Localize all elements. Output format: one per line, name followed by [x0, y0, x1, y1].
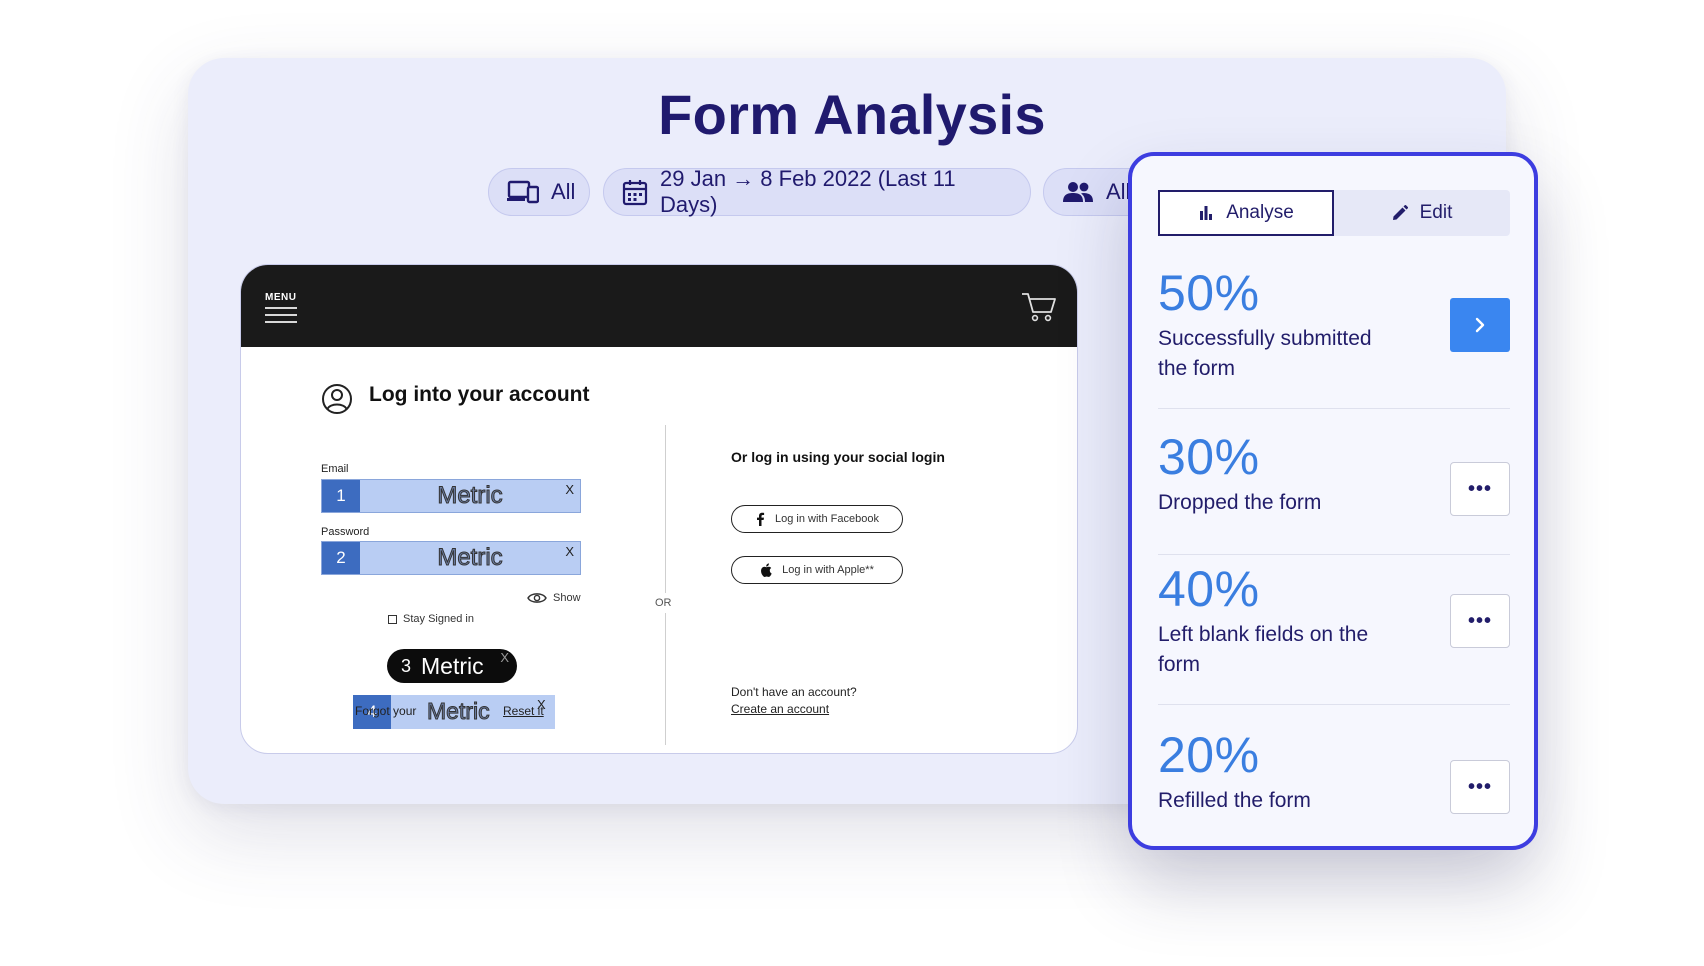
page-title: Form Analysis — [658, 83, 1046, 146]
close-icon[interactable]: X — [500, 650, 509, 665]
stay-signed-in-label: Stay Signed in — [403, 613, 474, 625]
tab-analyse-label: Analyse — [1226, 202, 1294, 223]
apple-login-button[interactable]: Log in with Apple** — [731, 556, 903, 584]
stat-label: Refilled the form — [1158, 789, 1311, 812]
metric-text: Metric — [421, 652, 484, 679]
checkbox-box[interactable] — [388, 614, 397, 624]
device-filter-label: All — [551, 179, 576, 204]
stat-label: Successfully submitted the form — [1158, 327, 1372, 380]
users-filter-label: All — [1106, 179, 1131, 204]
facebook-login-button[interactable]: Log in with Facebook — [731, 505, 903, 533]
or-label: OR — [653, 593, 674, 613]
login-button-metric[interactable]: 3 Metric X — [387, 649, 517, 683]
device-preview: MENU Log into your account Email 1 Metri… — [240, 264, 1078, 754]
metric-text: Metric — [427, 698, 491, 725]
divider — [665, 425, 666, 745]
show-password-toggle[interactable]: Show — [527, 591, 581, 605]
menu-label: MENU — [265, 292, 297, 303]
create-account-link[interactable]: Create an account — [731, 702, 829, 716]
metric-number: 1 — [322, 480, 360, 512]
forgot-text: Forgot your — [355, 704, 417, 718]
metric-number: 3 — [401, 655, 412, 676]
social-login-title: Or log in using your social login — [731, 449, 945, 465]
password-label: Password — [321, 526, 370, 538]
forgot-password-metric[interactable]: 4 Forgot your Metric Reset it X — [353, 695, 555, 729]
close-icon[interactable]: X — [565, 544, 574, 559]
metric-number: 2 — [322, 542, 360, 574]
stay-signed-in-checkbox[interactable]: Stay Signed in — [388, 613, 474, 625]
hamburger-menu-icon[interactable] — [265, 307, 297, 328]
stat-label: Dropped the form — [1158, 491, 1322, 514]
more-options-button[interactable]: ••• — [1450, 760, 1510, 814]
date-filter[interactable]: 29 Jan → 8 Feb 2022 (Last 11 Days) — [603, 166, 1031, 217]
more-options-button[interactable]: ••• — [1450, 594, 1510, 648]
divider — [1158, 704, 1510, 705]
view-details-button[interactable] — [1450, 298, 1510, 352]
tab-analyse[interactable]: Analyse — [1158, 190, 1334, 236]
devices-icon — [507, 180, 539, 204]
stat-label: Left blank fields on the form — [1158, 623, 1369, 676]
bar-chart-icon — [1200, 206, 1213, 220]
facebook-icon — [757, 512, 765, 526]
calendar-icon — [622, 178, 648, 206]
device-header-bar: MENU — [241, 265, 1077, 347]
apple-login-label: Log in with Apple** — [782, 564, 874, 576]
divider — [1158, 408, 1510, 409]
close-icon[interactable]: X — [537, 697, 546, 712]
divider — [1158, 554, 1510, 555]
stage: Form Analysis All 29 Jan → 8 Feb 2022 (L… — [0, 0, 1704, 966]
more-icon: ••• — [1467, 609, 1492, 632]
close-icon[interactable]: X — [565, 482, 574, 497]
users-icon — [1062, 180, 1094, 204]
panel-tabs: Analyse Edit — [1158, 190, 1510, 236]
tab-edit-label: Edit — [1419, 202, 1453, 223]
email-label: Email — [321, 463, 349, 475]
shopping-cart-icon[interactable] — [1021, 291, 1057, 328]
tab-edit[interactable]: Edit — [1334, 190, 1510, 236]
metric-text: Metric — [437, 544, 503, 572]
user-circle-icon — [321, 383, 353, 420]
date-filter-label: 29 Jan → 8 Feb 2022 (Last 11 Days) — [660, 166, 956, 217]
login-title: Log into your account — [369, 383, 590, 406]
email-field-metric[interactable]: 1 Metric X — [321, 479, 581, 513]
more-icon: ••• — [1467, 477, 1492, 500]
metric-text: Metric — [437, 482, 503, 510]
no-account-text: Don't have an account? — [731, 685, 857, 699]
eye-icon — [527, 593, 547, 603]
chevron-right-icon — [1475, 317, 1485, 333]
device-filter[interactable]: All — [488, 168, 590, 216]
password-field-metric[interactable]: 2 Metric X — [321, 541, 581, 575]
pencil-icon — [1392, 205, 1408, 220]
apple-icon — [761, 563, 772, 577]
analysis-panel: Analyse Edit 50% Successfully submitted … — [1128, 152, 1538, 850]
facebook-login-label: Log in with Facebook — [775, 513, 879, 525]
more-options-button[interactable]: ••• — [1450, 462, 1510, 516]
show-label: Show — [553, 592, 581, 604]
more-icon: ••• — [1467, 775, 1492, 798]
